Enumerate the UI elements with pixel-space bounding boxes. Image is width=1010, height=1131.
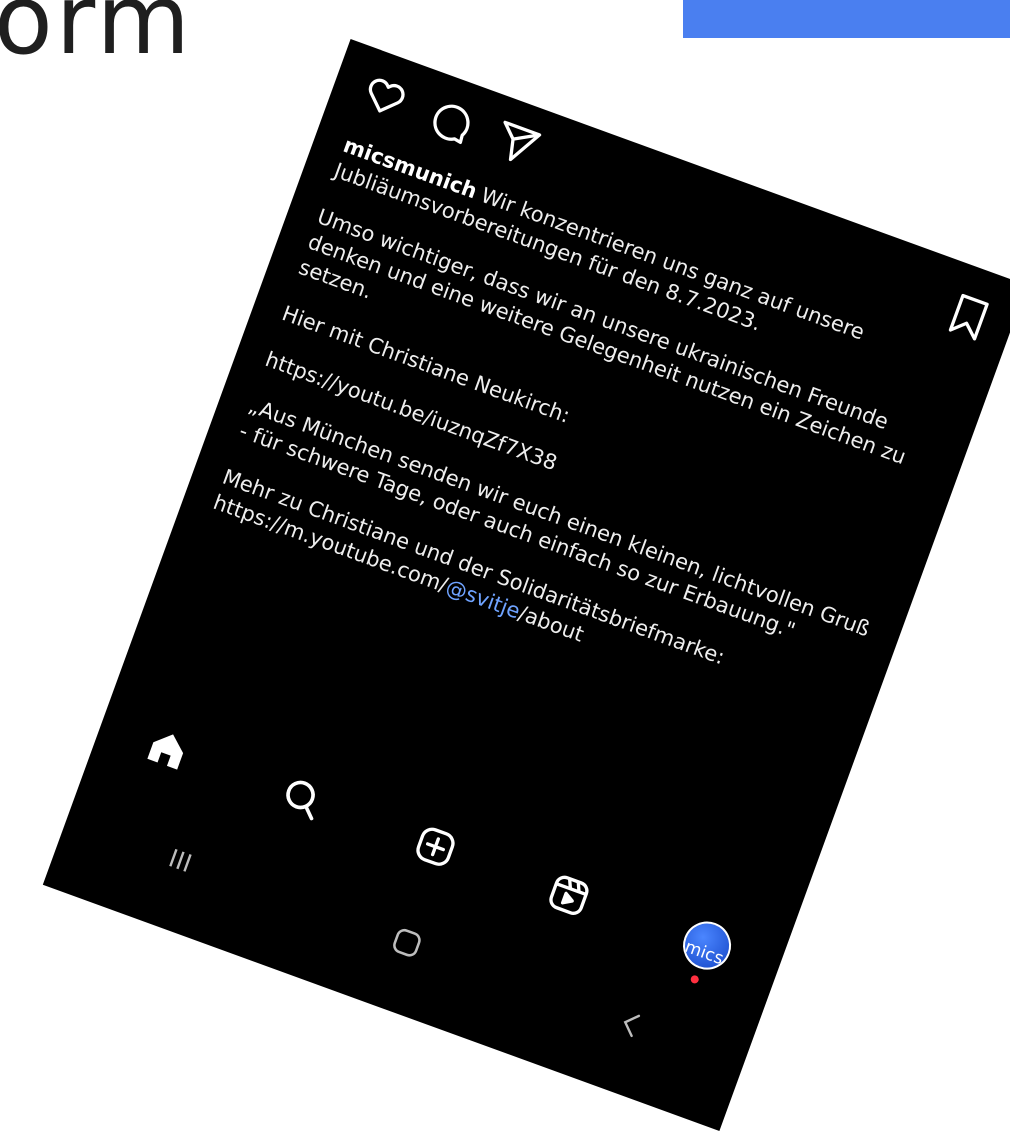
- comment-icon[interactable]: [423, 92, 479, 148]
- phone-photo: micsmunichWir konzentrieren uns ganz auf…: [42, 39, 1010, 1131]
- search-icon[interactable]: [276, 772, 327, 823]
- notification-dot: [689, 974, 700, 985]
- system-home-icon[interactable]: [385, 921, 429, 965]
- home-icon[interactable]: [142, 724, 193, 775]
- instagram-screen: micsmunichWir konzentrieren uns ganz auf…: [42, 39, 1010, 1131]
- background-partial-text: orm: [0, 0, 194, 76]
- plus-square-icon[interactable]: [410, 821, 461, 872]
- bookmark-icon[interactable]: [942, 290, 995, 345]
- background-blue-element: [683, 0, 1010, 38]
- back-icon[interactable]: [611, 1003, 653, 1046]
- reels-icon[interactable]: [544, 870, 595, 921]
- avatar-label: mics: [682, 936, 727, 970]
- avatar[interactable]: mics: [676, 914, 738, 977]
- heart-icon[interactable]: [357, 68, 413, 124]
- send-icon[interactable]: [488, 116, 544, 172]
- post-caption: micsmunichWir konzentrieren uns ganz auf…: [202, 132, 969, 761]
- profile-avatar[interactable]: mics: [676, 914, 738, 985]
- recents-icon[interactable]: [158, 840, 202, 881]
